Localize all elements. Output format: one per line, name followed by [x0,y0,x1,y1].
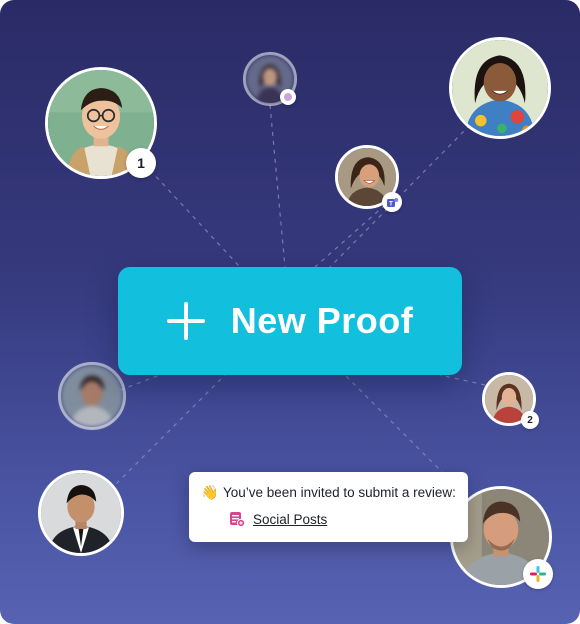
avatar-photo [452,40,548,136]
svg-text:T: T [389,200,393,207]
reviewer-avatar-1[interactable]: 1 [45,67,157,179]
teams-icon: T [382,192,402,212]
waving-hand-icon: 👋 [201,484,219,500]
invite-message-row: 👋 You’ve been invited to submit a review… [201,484,456,501]
reviewer-number-badge: 1 [126,148,156,178]
avatar-photo [41,473,121,553]
plus-icon [166,302,205,340]
reviewer-network-illustration: 1 T 2 New Proof 👋 You’ve been invited to… [0,0,580,624]
social-posts-link[interactable]: Social Posts [253,512,327,527]
invite-document-row: Social Posts [229,511,456,528]
invite-notification-card: 👋 You’ve been invited to submit a review… [189,472,468,542]
badge-count: 1 [137,155,145,171]
new-proof-button[interactable]: New Proof [118,267,462,375]
reviewer-avatar-2[interactable] [243,52,297,106]
reviewer-avatar-4[interactable]: T [335,145,402,212]
reviewer-avatar-7[interactable] [38,470,124,556]
new-proof-label: New Proof [230,300,414,341]
reviewer-avatar-3[interactable] [449,37,551,139]
invite-message: You’ve been invited to submit a review: [223,485,456,500]
reviewer-number-badge: 2 [521,411,539,429]
slack-icon [523,559,553,589]
proof-document-icon [229,511,246,528]
avatar-photo [61,365,123,427]
badge-count: 2 [527,414,533,426]
reviewer-avatar-5[interactable] [58,362,126,430]
integration-badge-icon [280,89,296,105]
reviewer-avatar-6[interactable]: 2 [482,372,539,429]
